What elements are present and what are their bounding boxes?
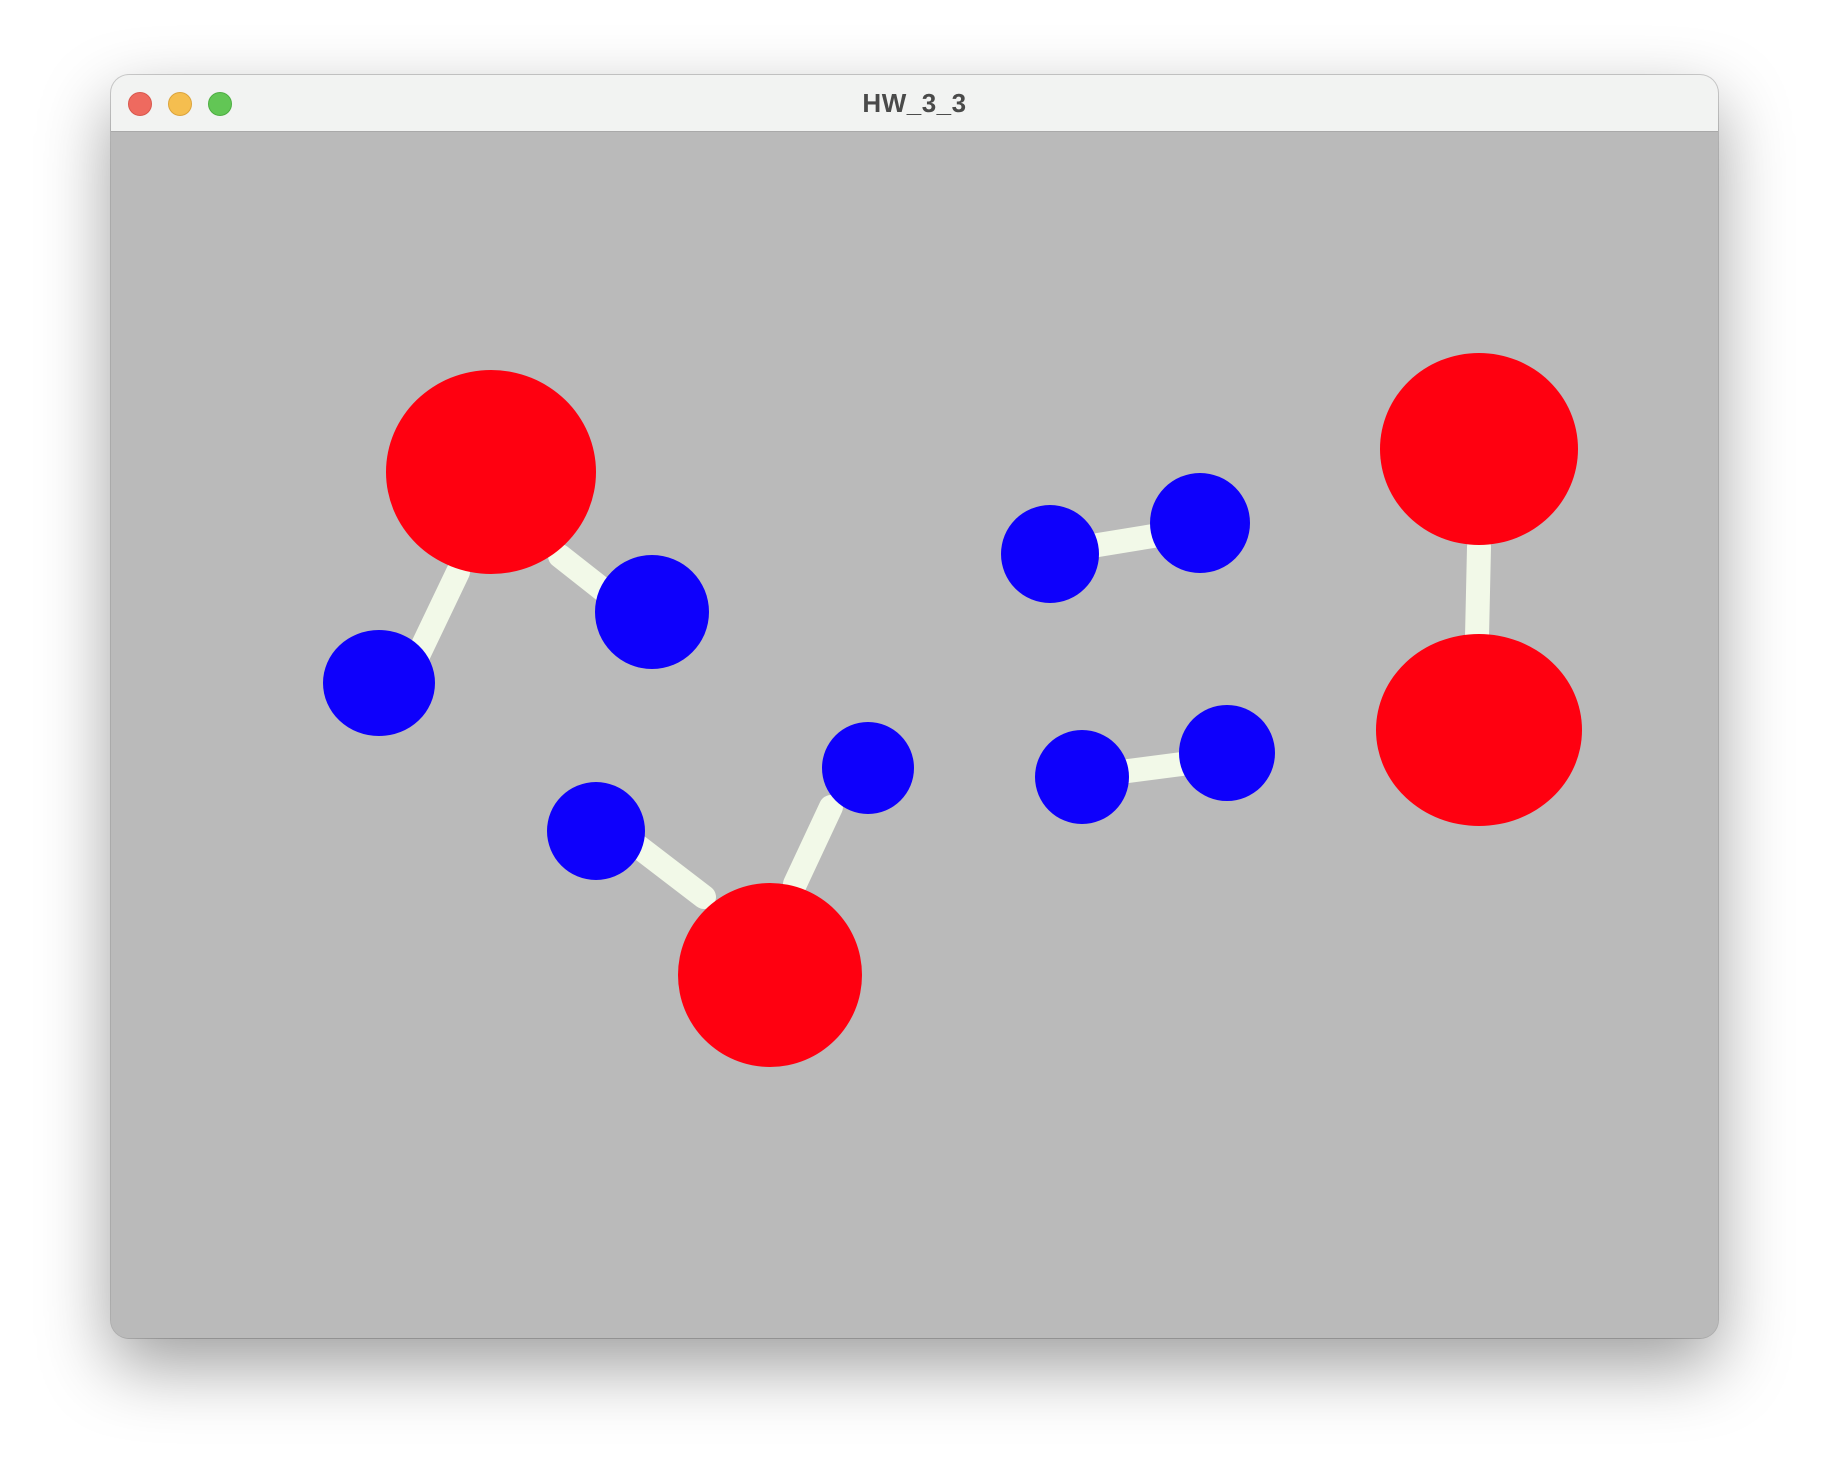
hydrogen-atom (547, 782, 645, 880)
oxygen-atom (678, 883, 862, 1067)
app-window: HW_3_3 (111, 75, 1718, 1338)
hydrogen-atom (1179, 705, 1275, 801)
scene-svg (111, 132, 1718, 1338)
oxygen-atom (1376, 634, 1582, 826)
hydrogen-atom (1035, 730, 1129, 824)
title-bar[interactable]: HW_3_3 (111, 75, 1718, 132)
hydrogen-atom (1001, 505, 1099, 603)
window-title: HW_3_3 (862, 88, 967, 118)
bond (1465, 535, 1491, 649)
hydrogen-atom (595, 555, 709, 669)
oxygen-atom (1380, 353, 1578, 545)
hydrogen-atom (822, 722, 914, 814)
drawing-canvas (111, 132, 1718, 1338)
oxygen-atom (386, 370, 596, 574)
hydrogen-atom (1150, 473, 1250, 573)
hydrogen-atom (323, 630, 435, 736)
